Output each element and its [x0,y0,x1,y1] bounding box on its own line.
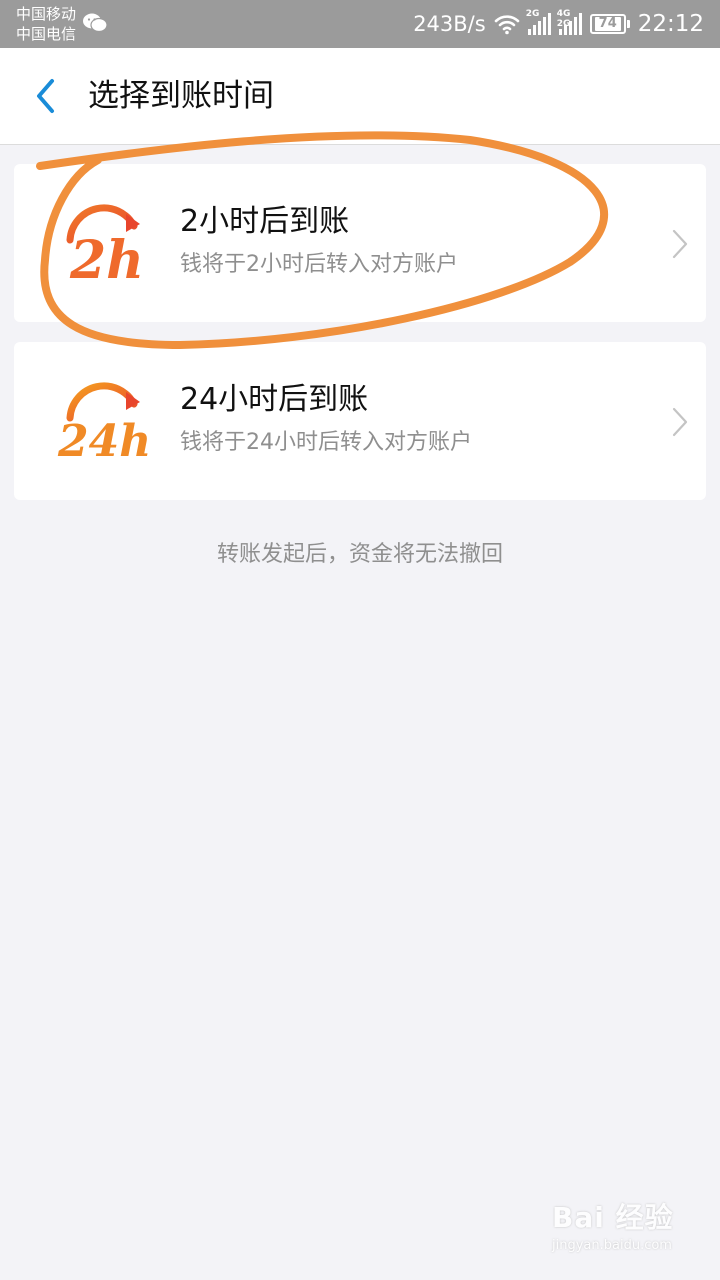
wifi-icon [494,15,520,35]
sim2-network-tag: 4G 2G [556,9,571,29]
battery-icon: 74 [589,14,630,34]
title-bar: 选择到账时间 [0,48,720,145]
carrier-info: 中国移动 中国电信 [16,4,76,44]
chevron-right-icon [672,229,688,259]
icon-24h-text: 24h [57,416,151,467]
option-24h[interactable]: 24h 24小时后到账 钱将于24小时后转入对方账户 [14,342,706,500]
carrier-1-label: 中国移动 [16,5,77,23]
baidu-watermark: Bai 经验 jingyan.baidu.com [552,1196,674,1253]
status-bar: 中国移动 中国电信 243B/s 2G 4G 2G 74 22:12 [0,0,720,48]
signal-sim2-icon: 4G 2G [557,9,582,35]
option-24h-subtitle: 钱将于24小时后转入对方账户 [180,430,472,455]
back-button[interactable] [22,72,70,120]
watermark-url: jingyan.baidu.com [552,1238,672,1253]
page-title: 选择到账时间 [88,78,274,114]
chevron-right-icon [672,407,688,437]
watermark-brand: Bai 经验 [552,1201,674,1234]
clock-2h-icon: 2h [66,204,144,291]
option-2h-subtitle: 钱将于2小时后转入对方账户 [180,252,458,277]
status-time: 22:12 [637,11,704,37]
battery-level: 74 [594,17,621,31]
clock-24h-icon: 24h [57,382,151,467]
option-2h-title: 2小时后到账 [180,204,350,239]
icon-2h-text: 2h [69,230,144,291]
irrevocable-notice: 转账发起后，资金将无法撤回 [216,542,503,567]
sim1-network-tag: 2G [525,9,540,19]
carrier-2-label: 中国电信 [16,25,77,43]
network-speed: 243B/s [413,12,486,36]
wechat-icon [83,13,108,33]
option-24h-title: 24小时后到账 [180,382,369,417]
option-2h[interactable]: 2h 2小时后到账 钱将于2小时后转入对方账户 [14,164,706,322]
back-arrow-icon [37,79,54,113]
signal-sim1-icon: 2G [526,9,551,35]
